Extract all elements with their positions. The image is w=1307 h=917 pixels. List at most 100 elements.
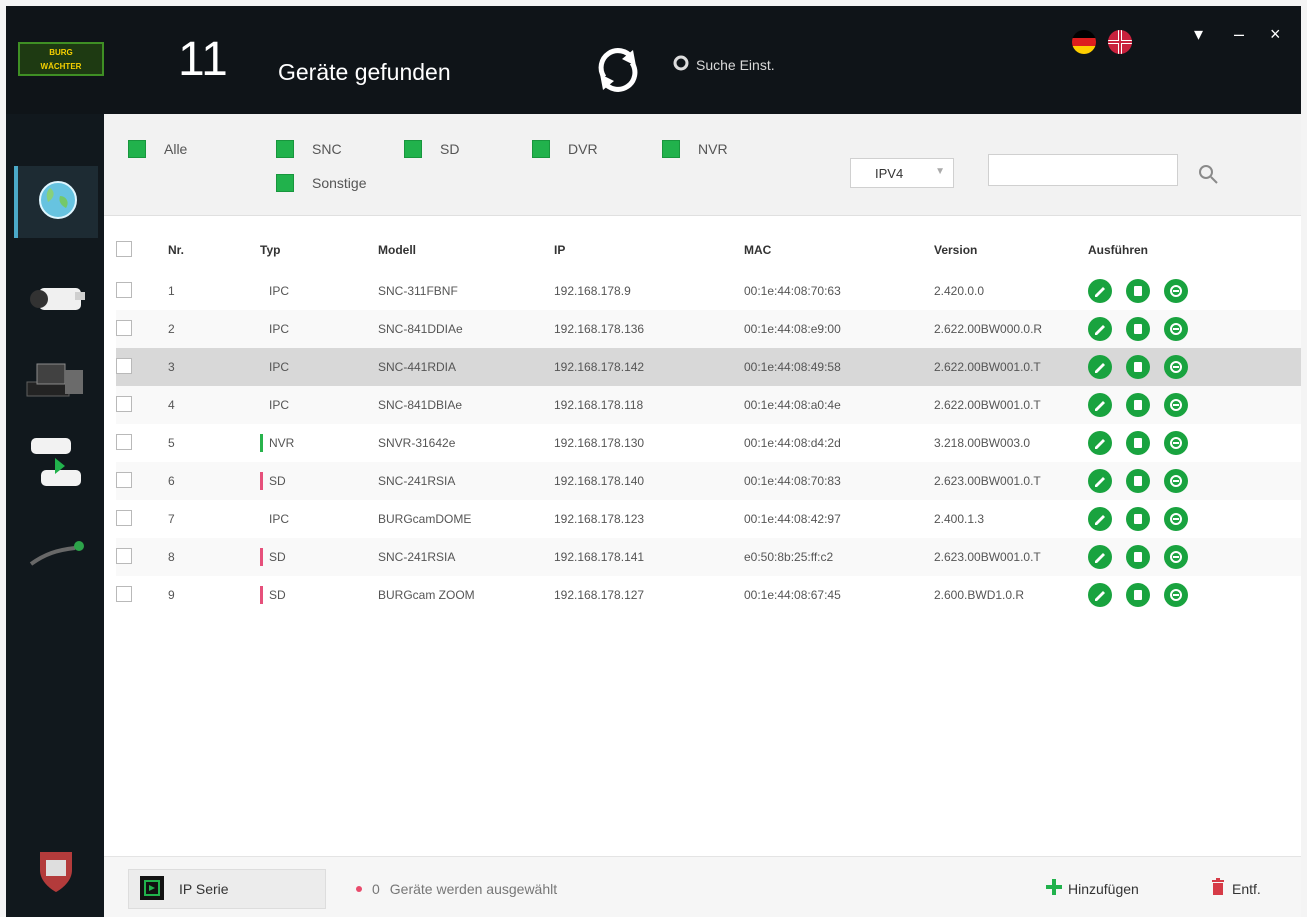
more-icon[interactable] xyxy=(1164,431,1188,455)
filter-sd-label: SD xyxy=(440,141,460,157)
filter-dvr[interactable]: DVR xyxy=(532,140,598,158)
table-row-selected[interactable]: 3 IPC SNC-441RDIA 192.168.178.142 00:1e:… xyxy=(116,348,1301,386)
delete-button[interactable]: Entf. xyxy=(1208,877,1261,900)
edit-icon[interactable] xyxy=(1088,583,1112,607)
column-header-version: Version xyxy=(934,243,978,257)
row-checkbox[interactable] xyxy=(116,281,132,298)
filter-sd[interactable]: SD xyxy=(404,140,459,158)
more-icon[interactable] xyxy=(1164,469,1188,493)
copy-icon[interactable] xyxy=(1126,545,1150,569)
copy-icon[interactable] xyxy=(1126,355,1150,379)
sidebar-globe[interactable] xyxy=(14,166,98,238)
more-icon[interactable] xyxy=(1164,393,1188,417)
copy-icon[interactable] xyxy=(1126,393,1150,417)
search-settings-button[interactable]: Suche Einst. xyxy=(672,54,775,75)
edit-icon[interactable] xyxy=(1088,545,1112,569)
filter-nvr[interactable]: NVR xyxy=(662,140,728,158)
ip-version-select[interactable]: IPV4 ▼ xyxy=(850,158,954,188)
copy-icon[interactable] xyxy=(1126,279,1150,303)
row-checkbox[interactable] xyxy=(116,547,132,564)
minimize-icon[interactable]: – xyxy=(1234,24,1244,44)
checkbox-checked-icon xyxy=(532,140,550,158)
edit-icon[interactable] xyxy=(1088,393,1112,417)
more-icon[interactable] xyxy=(1164,317,1188,341)
logo: BURG WÄCHTER xyxy=(18,42,104,76)
gear-icon xyxy=(672,54,690,75)
column-header-type: Typ xyxy=(260,243,281,257)
type-indicator xyxy=(260,510,263,528)
column-header-ip: IP xyxy=(554,243,566,257)
logo-line-1: BURG xyxy=(49,48,73,57)
type-label: IPC xyxy=(269,284,290,298)
row-checkbox[interactable] xyxy=(116,433,132,450)
table-row[interactable]: 6 SD SNC-241RSIA 192.168.178.140 00:1e:4… xyxy=(116,462,1301,500)
table-row[interactable]: 8 SD SNC-241RSIA 192.168.178.141 e0:50:8… xyxy=(116,538,1301,576)
more-icon[interactable] xyxy=(1164,355,1188,379)
search-input[interactable] xyxy=(988,154,1178,186)
table-row[interactable]: 5 NVR SNVR-31642e 192.168.178.130 00:1e:… xyxy=(116,424,1301,462)
cell-model: BURGcamDOME xyxy=(378,512,472,526)
row-checkbox[interactable] xyxy=(116,319,132,336)
uk-flag-icon[interactable] xyxy=(1108,30,1132,54)
filter-snc-label: SNC xyxy=(312,141,342,157)
copy-icon[interactable] xyxy=(1126,431,1150,455)
row-checkbox[interactable] xyxy=(116,509,132,526)
table-row[interactable]: 9 SD BURGcam ZOOM 192.168.178.127 00:1e:… xyxy=(116,576,1301,614)
copy-icon[interactable] xyxy=(1126,583,1150,607)
more-icon[interactable] xyxy=(1164,507,1188,531)
cell-type: IPC xyxy=(260,310,378,348)
cell-actions xyxy=(1088,500,1301,538)
add-button[interactable]: Hinzufügen xyxy=(1044,877,1139,900)
more-icon[interactable] xyxy=(1164,545,1188,569)
sidebar-network-camera[interactable] xyxy=(14,428,98,500)
type-indicator xyxy=(260,586,263,604)
devices-found-label: Geräte gefunden xyxy=(278,59,451,85)
sidebar-dvr[interactable] xyxy=(14,346,98,418)
row-checkbox[interactable] xyxy=(116,357,132,374)
row-checkbox[interactable] xyxy=(116,471,132,488)
sidebar-support[interactable] xyxy=(14,836,98,908)
sidebar-camera[interactable] xyxy=(14,266,98,338)
table-row[interactable]: 7 IPC BURGcamDOME 192.168.178.123 00:1e:… xyxy=(116,500,1301,538)
close-icon[interactable]: × xyxy=(1270,24,1281,44)
ip-serial-button[interactable]: IP Serie xyxy=(128,869,326,909)
edit-icon[interactable] xyxy=(1088,469,1112,493)
german-flag-icon[interactable] xyxy=(1072,30,1096,54)
checkbox-checked-icon xyxy=(276,174,294,192)
cell-nr: 9 xyxy=(168,588,175,602)
table-row[interactable]: 1 IPC SNC-311FBNF 192.168.178.9 00:1e:44… xyxy=(116,272,1301,310)
device-table: Nr. Typ Modell IP MAC Version Ausführen … xyxy=(116,228,1301,614)
cell-nr: 1 xyxy=(168,284,175,298)
cell-mac: 00:1e:44:08:a0:4e xyxy=(744,398,841,412)
ip-serial-icon xyxy=(139,875,165,904)
cell-ip: 192.168.178.140 xyxy=(554,474,645,488)
refresh-icon[interactable] xyxy=(592,44,644,96)
edit-icon[interactable] xyxy=(1088,279,1112,303)
table-row[interactable]: 2 IPC SNC-841DDIAe 192.168.178.136 00:1e… xyxy=(116,310,1301,348)
dropdown-icon[interactable]: ▾ xyxy=(1194,24,1203,44)
more-icon[interactable] xyxy=(1164,583,1188,607)
row-checkbox[interactable] xyxy=(116,395,132,412)
filter-all[interactable]: Alle xyxy=(128,140,187,158)
support-icon xyxy=(28,842,84,903)
copy-icon[interactable] xyxy=(1126,507,1150,531)
copy-icon[interactable] xyxy=(1126,469,1150,493)
table-row[interactable]: 4 IPC SNC-841DBIAe 192.168.178.118 00:1e… xyxy=(116,386,1301,424)
edit-icon[interactable] xyxy=(1088,431,1112,455)
sidebar-tool[interactable] xyxy=(14,518,98,590)
filter-other[interactable]: Sonstige xyxy=(276,174,366,192)
more-icon[interactable] xyxy=(1164,279,1188,303)
edit-icon[interactable] xyxy=(1088,507,1112,531)
search-icon[interactable] xyxy=(1196,162,1220,186)
copy-icon[interactable] xyxy=(1126,317,1150,341)
filter-snc[interactable]: SNC xyxy=(276,140,342,158)
cell-version: 3.218.00BW003.0 xyxy=(934,436,1031,450)
add-label: Hinzufügen xyxy=(1068,880,1139,897)
edit-icon[interactable] xyxy=(1088,317,1112,341)
select-all-checkbox[interactable] xyxy=(116,240,132,257)
cell-model: SNC-841DBIAe xyxy=(378,398,463,412)
cell-actions xyxy=(1088,576,1301,614)
filter-bar: Alle SNC SD DVR NVR Sonstige IPV4 ▼ xyxy=(104,114,1301,216)
row-checkbox[interactable] xyxy=(116,585,132,602)
edit-icon[interactable] xyxy=(1088,355,1112,379)
